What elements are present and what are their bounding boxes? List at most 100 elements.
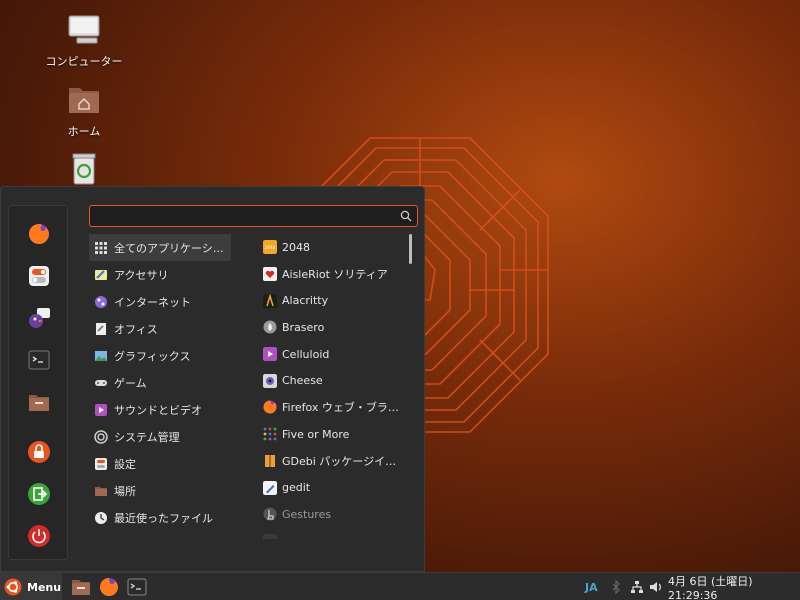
svg-text:2048: 2048	[265, 245, 276, 250]
app-label: Cheese	[282, 374, 323, 388]
desktop-icon-home[interactable]: ホーム	[39, 82, 129, 139]
application-list: 2048 2048 AisleRiot ソリティア Alacritty Bras…	[259, 234, 409, 539]
app-celluloid[interactable]: Celluloid	[259, 341, 409, 368]
menu-button-label: Menu	[27, 580, 62, 594]
category-label: 設定	[114, 457, 136, 471]
alacritty-icon	[263, 293, 277, 308]
recent-icon	[95, 511, 107, 524]
pidgin-icon	[29, 308, 50, 328]
2048-icon: 2048	[263, 240, 277, 255]
app-label: GDebi パッケージイ…	[282, 454, 397, 468]
files-icon[interactable]	[71, 577, 91, 597]
app-gestures[interactable]: Gestures	[259, 501, 409, 528]
gestures-icon	[263, 507, 277, 521]
category-label: インターネット	[114, 295, 191, 309]
app-2048[interactable]: 2048 2048	[259, 234, 409, 261]
power-icon	[28, 525, 50, 547]
category-graphics[interactable]: グラフィックス	[89, 342, 231, 369]
app-gedit[interactable]: gedit	[259, 474, 409, 501]
office-icon	[96, 322, 106, 335]
favorite-pidgin[interactable]	[25, 304, 53, 332]
favorite-shutdown[interactable]	[25, 522, 53, 550]
category-sound-video[interactable]: サウンドとビデオ	[89, 396, 231, 423]
desktop-icon-label: コンピューター	[45, 55, 123, 68]
category-all-applications[interactable]: 全てのアプリケーシ…	[89, 234, 231, 261]
category-internet[interactable]: インターネット	[89, 288, 231, 315]
cheese-icon	[263, 373, 277, 388]
favorite-lock-screen[interactable]	[25, 438, 53, 466]
terminal-icon[interactable]	[127, 577, 147, 597]
computer-icon	[68, 15, 100, 44]
category-label: サウンドとビデオ	[114, 403, 202, 417]
next-app-icon	[263, 533, 277, 539]
app-alacritty[interactable]: Alacritty	[259, 287, 409, 314]
category-label: 最近使ったファイル	[114, 511, 213, 525]
app-label: Gestures	[282, 507, 332, 521]
search-field[interactable]	[89, 205, 418, 227]
app-label: Five or More	[282, 427, 350, 441]
category-places[interactable]: 場所	[89, 477, 231, 504]
logout-icon	[28, 483, 50, 505]
category-label: アクセサリ	[114, 268, 169, 282]
desktop-icon-computer[interactable]: コンピューター	[39, 12, 129, 69]
menu-button[interactable]: Menu	[0, 573, 62, 600]
app-firefox[interactable]: Firefox ウェブ・ブラ…	[259, 394, 409, 421]
application-list-scrollbar[interactable]	[409, 234, 412, 264]
settings-toggle-icon	[29, 266, 49, 286]
input-method-indicator[interactable]: JA	[585, 581, 598, 594]
sound-video-icon	[95, 403, 107, 416]
favorite-logout[interactable]	[25, 480, 53, 508]
firefox-icon[interactable]	[99, 577, 119, 597]
internet-icon	[95, 295, 107, 308]
favorite-firefox[interactable]	[25, 220, 53, 248]
category-label: システム管理	[114, 430, 180, 444]
favorite-settings[interactable]	[25, 262, 53, 290]
desktop-icon-label: ホーム	[67, 125, 101, 138]
network-icon[interactable]	[630, 580, 644, 594]
bottom-panel: Menu JA 4月 6日 (土曜日) 21:29:36	[0, 572, 800, 600]
app-label: gedit	[282, 481, 311, 495]
games-icon	[95, 379, 107, 386]
lock-icon	[28, 441, 50, 463]
accessories-icon	[95, 269, 107, 280]
files-icon	[29, 395, 49, 411]
category-label: 全てのアプリケーシ…	[114, 241, 224, 255]
aisleriot-icon	[263, 267, 277, 282]
bluetooth-icon[interactable]	[611, 580, 621, 594]
clock[interactable]: 4月 6日 (土曜日) 21:29:36	[668, 573, 800, 600]
app-cheese[interactable]: Cheese	[259, 367, 409, 394]
brasero-icon	[263, 320, 277, 334]
category-office[interactable]: オフィス	[89, 315, 231, 342]
celluloid-icon	[263, 347, 277, 362]
favorite-terminal[interactable]	[25, 346, 53, 374]
app-label: Alacritty	[282, 294, 329, 308]
app-label: Brasero	[282, 320, 325, 334]
category-system[interactable]: システム管理	[89, 423, 231, 450]
terminal-icon	[28, 350, 50, 370]
home-folder-icon	[69, 88, 99, 113]
category-recent-files[interactable]: 最近使ったファイル	[89, 504, 231, 531]
category-label: オフィス	[114, 322, 158, 336]
volume-icon[interactable]	[649, 580, 663, 594]
favorite-files[interactable]	[25, 388, 53, 416]
app-label: Firefox ウェブ・ブラ…	[282, 401, 399, 415]
category-accessories[interactable]: アクセサリ	[89, 261, 231, 288]
firefox-icon	[29, 224, 49, 244]
category-games[interactable]: ゲーム	[89, 369, 231, 396]
category-preferences[interactable]: 設定	[89, 450, 231, 477]
five-or-more-icon	[263, 427, 277, 441]
app-next[interactable]	[259, 528, 409, 539]
ubuntu-logo-icon	[4, 578, 22, 596]
app-gdebi[interactable]: GDebi パッケージイ…	[259, 448, 409, 475]
app-aisleriot[interactable]: AisleRiot ソリティア	[259, 261, 409, 288]
category-label: 場所	[114, 484, 136, 498]
category-list: 全てのアプリケーシ… アクセサリ インターネット オフィス グラフィックス ゲー…	[89, 234, 231, 531]
favorites-bar	[8, 205, 68, 560]
app-brasero[interactable]: Brasero	[259, 314, 409, 341]
app-five-or-more[interactable]: Five or More	[259, 421, 409, 448]
graphics-icon	[95, 350, 107, 361]
places-icon	[95, 486, 107, 496]
search-icon	[400, 210, 412, 222]
category-label: ゲーム	[114, 376, 147, 390]
search-input[interactable]	[90, 206, 390, 226]
